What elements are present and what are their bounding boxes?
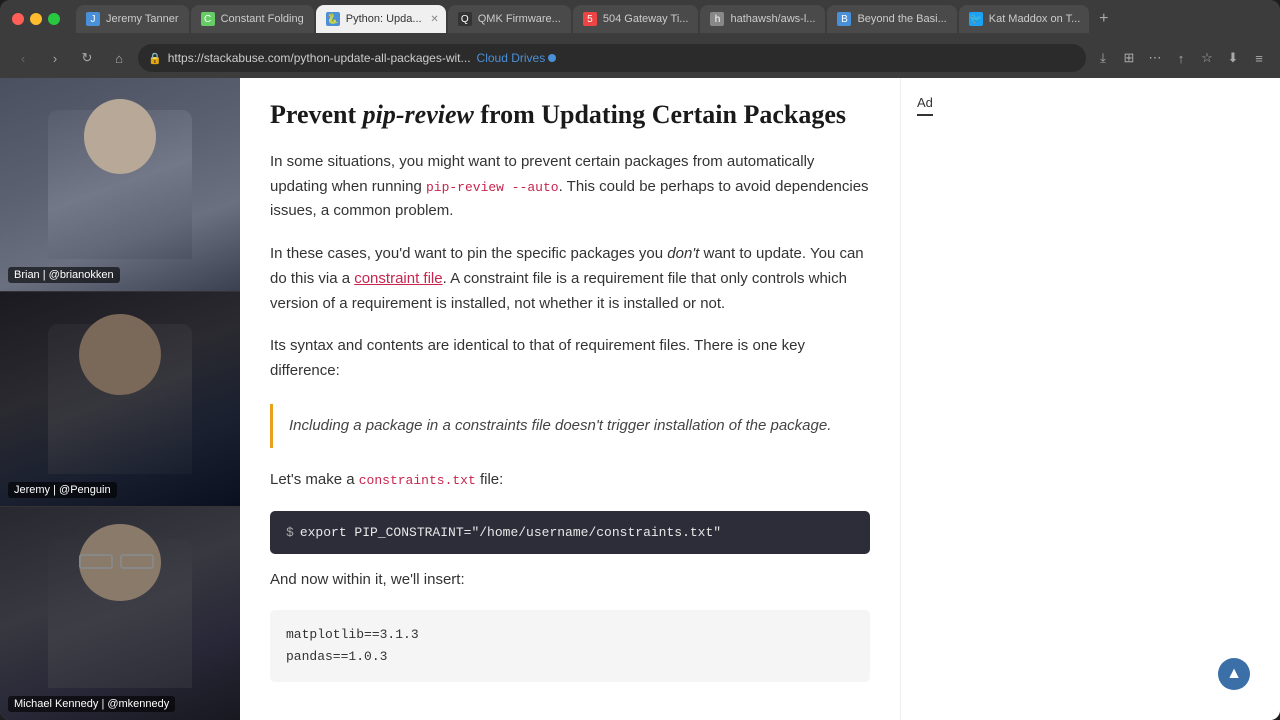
content-area: Brian | @brianokken Jeremy | @Penguin Mi… — [0, 78, 1280, 720]
cloud-drives-label: Cloud Drives — [477, 51, 546, 65]
tab-jeremy[interactable]: J Jeremy Tanner — [76, 5, 189, 33]
article-para-2: In these cases, you'd want to pin the sp… — [270, 242, 870, 316]
extensions-icon[interactable]: ⊞ — [1118, 47, 1140, 69]
cloud-drives-badge[interactable]: Cloud Drives — [477, 51, 557, 65]
tab-favicon-gateway: 5 — [583, 12, 597, 26]
para2-before: In these cases, you'd want to pin the sp… — [270, 245, 667, 262]
tab-label-kat: Kat Maddox on T... — [989, 13, 1081, 25]
lock-icon: 🔒 — [148, 52, 162, 65]
tab-favicon-qmk: Q — [458, 12, 472, 26]
page-content[interactable]: Prevent pip-review from Updating Certain… — [240, 78, 1280, 720]
video-feed-jeremy — [0, 292, 240, 505]
article-title-italic: pip-review — [363, 100, 474, 129]
video-label-brian: Brian | @brianokken — [8, 267, 120, 283]
traffic-lights — [12, 13, 60, 25]
constraint-file-link[interactable]: constraint file — [354, 270, 442, 287]
tab-favicon-constant: C — [201, 12, 215, 26]
para4-after: file: — [476, 471, 504, 488]
star-icon[interactable]: ☆ — [1196, 47, 1218, 69]
code-block-1: $ export PIP_CONSTRAINT="/home/username/c… — [270, 511, 870, 554]
downloads-icon[interactable]: ⬇ — [1222, 47, 1244, 69]
sidebar-toggle[interactable]: ≡ — [1248, 47, 1270, 69]
code-cmd: export PIP_CONSTRAINT="/home/username/co… — [300, 525, 721, 540]
article-area: Prevent pip-review from Updating Certain… — [240, 78, 900, 720]
article-para-5: And now within it, we'll insert: — [270, 568, 870, 593]
bookmark-icon[interactable]: ⤓ — [1092, 47, 1114, 69]
tab-label-hathawsh: hathawsh/aws-l... — [730, 13, 815, 25]
toolbar-actions: ⤓ ⊞ ⋯ ↑ ☆ ⬇ ≡ — [1092, 47, 1270, 69]
browser-window: J Jeremy Tanner C Constant Folding 🐍 Pyt… — [0, 0, 1280, 720]
article-para-1: In some situations, you might want to pr… — [270, 150, 870, 224]
cloud-drives-dot — [548, 54, 556, 62]
minimize-button[interactable] — [30, 13, 42, 25]
tab-constant[interactable]: C Constant Folding — [191, 5, 314, 33]
blockquote-box: Including a package in a constraints fil… — [270, 404, 870, 448]
share-icon[interactable]: ↑ — [1170, 47, 1192, 69]
article-title-part2: from Updating Certain Packages — [474, 100, 846, 129]
para1-code: pip-review --auto — [426, 180, 559, 195]
back-button[interactable]: ‹ — [10, 45, 36, 71]
code-line-2: pandas==1.0.3 — [286, 646, 854, 668]
address-bar[interactable]: 🔒 https://stackabuse.com/python-update-a… — [138, 44, 1086, 72]
code-prompt: $ — [286, 525, 294, 540]
video-label-michael: Michael Kennedy | @mkennedy — [8, 696, 175, 712]
home-button[interactable]: ⌂ — [106, 45, 132, 71]
scroll-top-button[interactable]: ▲ — [1218, 658, 1250, 690]
tab-favicon-kat: 🐦 — [969, 12, 983, 26]
article-title: Prevent pip-review from Updating Certain… — [270, 98, 870, 132]
tab-beyond[interactable]: B Beyond the Basi... — [827, 5, 956, 33]
tab-kat[interactable]: 🐦 Kat Maddox on T... — [959, 5, 1089, 33]
tab-label-qmk: QMK Firmware... — [478, 13, 561, 25]
tab-hathawsh[interactable]: h hathawsh/aws-l... — [700, 5, 825, 33]
url-text: https://stackabuse.com/python-update-all… — [168, 51, 471, 65]
tab-qmk[interactable]: Q QMK Firmware... — [448, 5, 571, 33]
toolbar: ‹ › ↻ ⌂ 🔒 https://stackabuse.com/python-… — [0, 38, 1280, 78]
reload-button[interactable]: ↻ — [74, 45, 100, 71]
more-options-icon[interactable]: ⋯ — [1144, 47, 1166, 69]
tab-python[interactable]: 🐍 Python: Upda... ✕ — [316, 5, 446, 33]
tab-favicon-python: 🐍 — [326, 12, 340, 26]
tab-favicon-hathawsh: h — [710, 12, 724, 26]
video-feed-brian — [0, 78, 240, 291]
video-panel-brian: Brian | @brianokken — [0, 78, 240, 292]
video-feed-michael — [0, 507, 240, 720]
ad-sidebar: Ad — [900, 78, 1110, 720]
scroll-top-icon: ▲ — [1226, 665, 1242, 683]
tab-label-gateway: 504 Gateway Ti... — [603, 13, 689, 25]
para2-italic: don't — [667, 245, 699, 262]
maximize-button[interactable] — [48, 13, 60, 25]
tab-label-python: Python: Upda... — [346, 13, 422, 25]
title-bar: J Jeremy Tanner C Constant Folding 🐍 Pyt… — [0, 0, 1280, 38]
video-panel-michael: Michael Kennedy | @mkennedy — [0, 507, 240, 720]
forward-button[interactable]: › — [42, 45, 68, 71]
para4-code: constraints.txt — [359, 473, 476, 488]
code-block-2: matplotlib==3.1.3 pandas==1.0.3 — [270, 610, 870, 682]
para4-before: Let's make a — [270, 471, 359, 488]
video-sidebar: Brian | @brianokken Jeremy | @Penguin Mi… — [0, 78, 240, 720]
ad-label: Ad — [917, 95, 933, 116]
tab-close-python[interactable]: ✕ — [428, 12, 442, 26]
tab-gateway[interactable]: 5 504 Gateway Ti... — [573, 5, 699, 33]
tab-label-jeremy: Jeremy Tanner — [106, 13, 179, 25]
tab-favicon-jeremy: J — [86, 12, 100, 26]
article-title-part1: Prevent — [270, 100, 363, 129]
video-panel-jeremy: Jeremy | @Penguin — [0, 292, 240, 506]
article-para-4: Let's make a constraints.txt file: — [270, 468, 870, 493]
tab-label-constant: Constant Folding — [221, 13, 304, 25]
article-para-3: Its syntax and contents are identical to… — [270, 334, 870, 384]
tab-favicon-beyond: B — [837, 12, 851, 26]
blockquote-text: Including a package in a constraints fil… — [289, 414, 854, 438]
video-label-jeremy: Jeremy | @Penguin — [8, 482, 117, 498]
close-button[interactable] — [12, 13, 24, 25]
tab-bar: J Jeremy Tanner C Constant Folding 🐍 Pyt… — [76, 5, 1268, 33]
code-line-1: matplotlib==3.1.3 — [286, 624, 854, 646]
tab-label-beyond: Beyond the Basi... — [857, 13, 946, 25]
new-tab-button[interactable]: + — [1091, 6, 1117, 32]
